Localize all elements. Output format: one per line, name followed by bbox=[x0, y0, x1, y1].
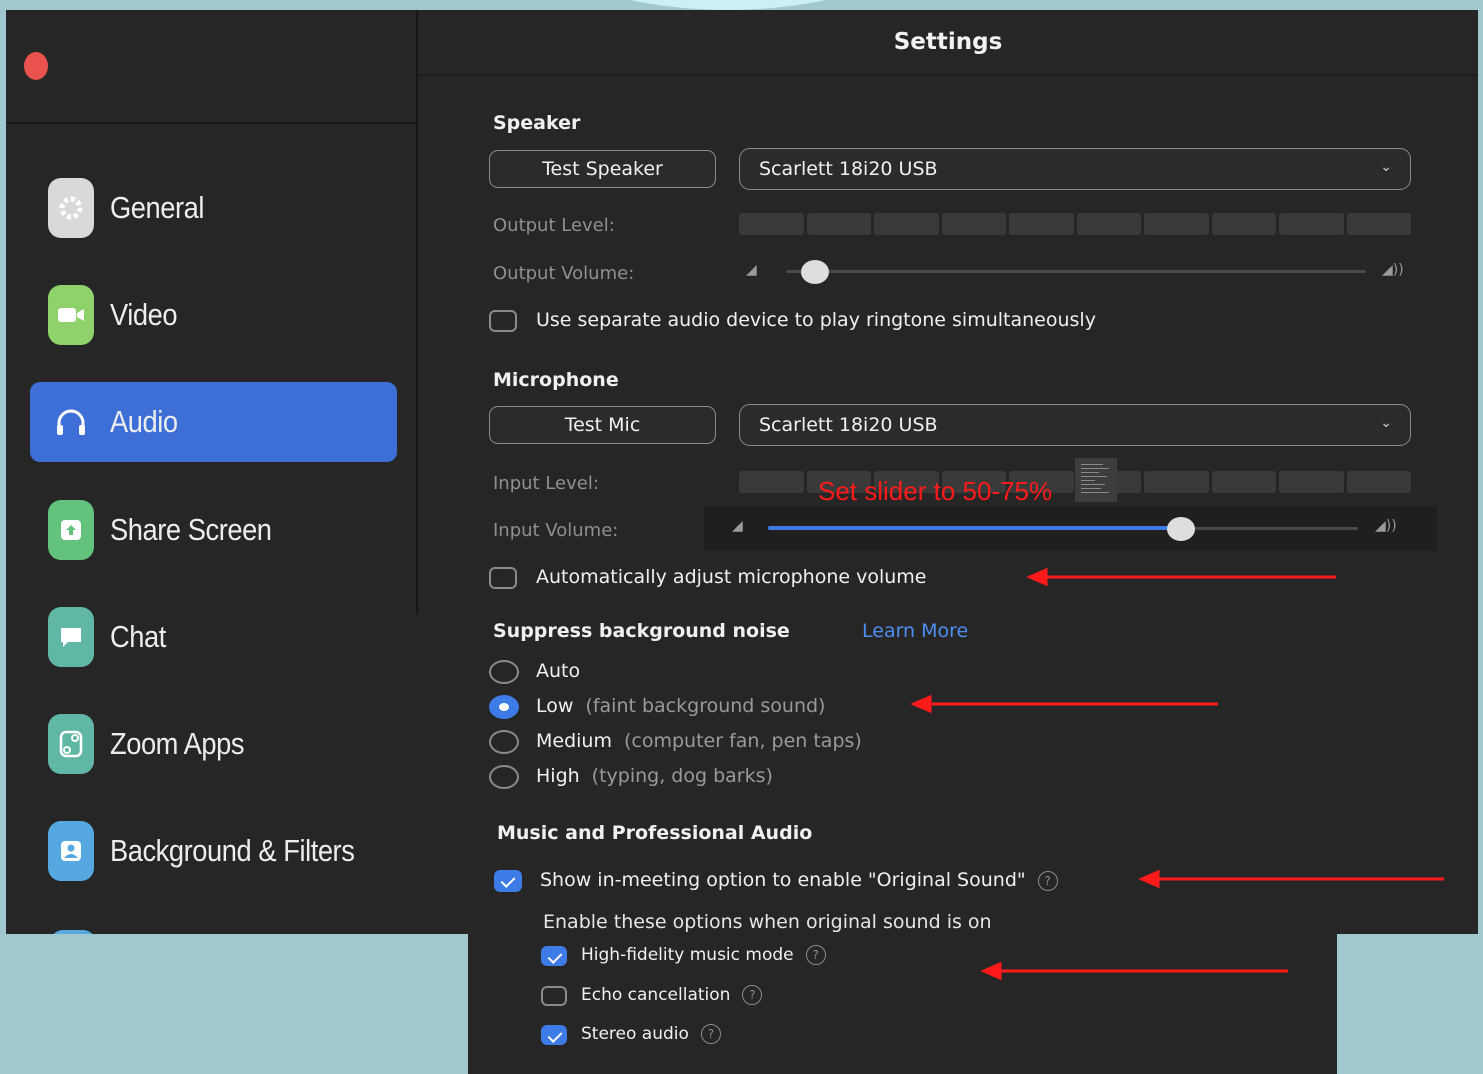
annotation-arrow-head bbox=[1138, 869, 1160, 889]
annotation-arrow-head bbox=[910, 694, 932, 714]
annotation-arrow-head bbox=[980, 961, 1002, 981]
annotation-arrow-head bbox=[1026, 567, 1048, 587]
annotation-arrows bbox=[910, 567, 1444, 981]
